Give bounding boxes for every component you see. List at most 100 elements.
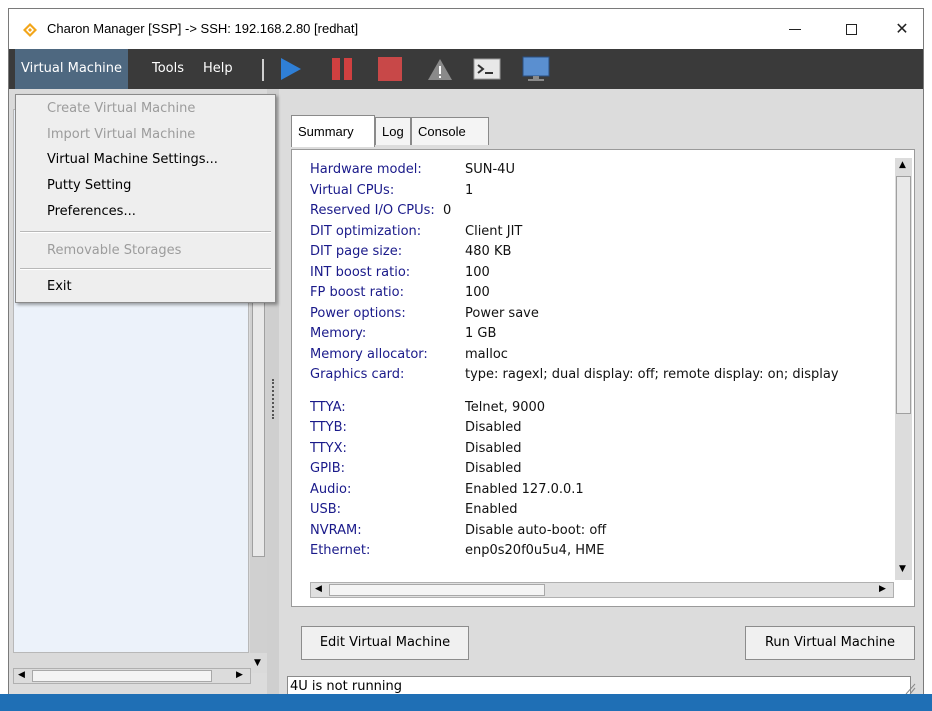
menu-item-import-virtual-machine: Import Virtual Machine xyxy=(47,127,196,142)
prop-ttyx: TTYX: Disabled xyxy=(310,439,895,460)
scroll-down-arrow-icon[interactable]: ▼ xyxy=(254,658,261,668)
menu-toolbar-bar: Virtual Machine Tools Help xyxy=(9,49,923,89)
close-icon: ✕ xyxy=(895,19,909,38)
prop-label: TTYX: xyxy=(310,440,347,456)
stop-icon[interactable] xyxy=(375,55,405,83)
prop-value: Disabled xyxy=(465,420,522,435)
prop-hardware-model: Hardware model: SUN-4U xyxy=(310,160,895,181)
prop-value: 1 xyxy=(465,182,474,198)
prop-label: GPIB: xyxy=(310,461,346,476)
prop-ttya: TTYA: Telnet, 9000 xyxy=(310,398,895,419)
prop-value: 0 xyxy=(443,203,452,218)
resize-grip-icon[interactable] xyxy=(904,681,916,695)
tree-horizontal-scrollbar[interactable]: ◀ ▶ xyxy=(13,668,251,684)
menu-separator xyxy=(20,268,271,270)
scroll-left-arrow-icon[interactable]: ◀ xyxy=(18,670,25,680)
edit-virtual-machine-button[interactable]: Edit Virtual Machine xyxy=(301,626,469,660)
prop-int-boost-ratio: INT boost ratio: 100 xyxy=(310,263,895,284)
scroll-right-arrow-icon[interactable]: ▶ xyxy=(236,670,243,680)
monitor-icon[interactable] xyxy=(521,55,551,83)
close-button[interactable]: ✕ xyxy=(882,15,922,43)
prop-value: enp0s20f0u5u4, HME xyxy=(465,543,605,558)
prop-graphics-card: Graphics card: type: ragexl; dual display… xyxy=(310,365,895,386)
details-pane: Summary Log Console Hardware model: SUN-4… xyxy=(279,89,923,702)
summary-horizontal-scrollbar[interactable]: ◀ ▶ xyxy=(310,582,894,598)
prop-value: Disabled xyxy=(465,440,522,456)
maximize-icon xyxy=(845,24,857,35)
prop-label: Virtual CPUs: xyxy=(310,182,395,198)
prop-memory-allocator: Memory allocator: malloc xyxy=(310,345,895,366)
menu-item-virtual-machine-settings[interactable]: Virtual Machine Settings... xyxy=(47,152,218,167)
prop-value: 100 xyxy=(465,285,490,300)
prop-dit-page-size: DIT page size: 480 KB xyxy=(310,242,895,263)
prop-value: type: ragexl; dual display: off; remote … xyxy=(465,367,839,382)
prop-value: Client JIT xyxy=(465,223,523,239)
prop-dit-optimization: DIT optimization: Client JIT xyxy=(310,222,895,243)
prop-spacer xyxy=(310,386,895,398)
prop-power-options: Power options: Power save xyxy=(310,304,895,325)
pause-icon[interactable] xyxy=(327,55,357,83)
menu-separator xyxy=(20,231,271,233)
prop-gpib: GPIB: Disabled xyxy=(310,459,895,480)
toolbar-separator xyxy=(262,59,264,81)
menu-item-removable-storages: Removable Storages xyxy=(47,243,182,258)
tab-console[interactable]: Console xyxy=(411,117,489,145)
tab-summary[interactable]: Summary xyxy=(291,115,375,147)
summary-horizontal-scroll-thumb[interactable] xyxy=(329,584,545,596)
prop-usb: USB: Enabled xyxy=(310,500,895,521)
prop-value: 1 GB xyxy=(465,326,497,341)
prop-label: Ethernet: xyxy=(310,543,371,558)
prop-value: Telnet, 9000 xyxy=(465,399,546,415)
prop-value: 480 KB xyxy=(465,244,512,259)
prop-virtual-cpus: Virtual CPUs: 1 xyxy=(310,181,895,202)
prop-value: Disable auto-boot: off xyxy=(465,522,607,538)
menu-tools[interactable]: Tools xyxy=(146,49,190,89)
summary-vertical-scroll-thumb[interactable] xyxy=(896,176,911,414)
tab-log[interactable]: Log xyxy=(375,117,411,145)
charon-logo-icon xyxy=(23,23,37,37)
prop-label: Audio: xyxy=(310,481,352,497)
virtual-machine-menu: Create Virtual Machine Import Virtual Ma… xyxy=(15,94,276,303)
menu-virtual-machine[interactable]: Virtual Machine xyxy=(15,49,129,89)
prop-fp-boost-ratio: FP boost ratio: 100 xyxy=(310,283,895,304)
scroll-right-arrow-icon[interactable]: ▶ xyxy=(879,584,886,594)
maximize-button[interactable] xyxy=(831,15,871,43)
prop-label: TTYB: xyxy=(310,420,347,435)
prop-value: malloc xyxy=(465,346,508,362)
summary-vertical-scrollbar[interactable]: ▲ ▼ xyxy=(895,158,912,580)
prop-value: Disabled xyxy=(465,461,522,476)
prop-label: Power options: xyxy=(310,305,406,321)
menu-item-putty-setting[interactable]: Putty Setting xyxy=(47,178,131,193)
prop-value: Enabled xyxy=(465,502,518,517)
taskbar-strip xyxy=(0,694,932,711)
prop-memory: Memory: 1 GB xyxy=(310,324,895,345)
scroll-up-arrow-icon[interactable]: ▲ xyxy=(899,160,906,170)
prop-label: INT boost ratio: xyxy=(310,264,411,280)
prop-label: FP boost ratio: xyxy=(310,285,404,300)
summary-properties: Hardware model: SUN-4U Virtual CPUs: 1 Res… xyxy=(310,160,895,580)
menu-item-exit[interactable]: Exit xyxy=(47,279,72,294)
warning-icon[interactable] xyxy=(425,55,455,83)
prop-ethernet: Ethernet: enp0s20f0u5u4, HME xyxy=(310,541,895,562)
scroll-down-arrow-icon[interactable]: ▼ xyxy=(899,564,906,574)
run-virtual-machine-button[interactable]: Run Virtual Machine xyxy=(745,626,915,660)
window-title: Charon Manager [SSP] -> SSH: 192.168.2.8… xyxy=(47,21,359,36)
play-icon[interactable] xyxy=(275,55,305,83)
prop-label: Hardware model: xyxy=(310,162,422,177)
prop-value: Power save xyxy=(465,305,539,321)
terminal-icon[interactable] xyxy=(472,55,502,83)
prop-value: SUN-4U xyxy=(465,162,515,177)
menu-help[interactable]: Help xyxy=(197,49,239,89)
minimize-button[interactable] xyxy=(775,15,815,43)
prop-label: NVRAM: xyxy=(310,522,362,538)
scroll-left-arrow-icon[interactable]: ◀ xyxy=(315,584,322,594)
menu-item-preferences[interactable]: Preferences... xyxy=(47,204,136,219)
prop-label: Reserved I/O CPUs: xyxy=(310,203,435,218)
menu-item-create-virtual-machine: Create Virtual Machine xyxy=(47,101,196,116)
prop-label: TTYA: xyxy=(310,399,346,415)
prop-ttyb: TTYB: Disabled xyxy=(310,418,895,439)
prop-value: 100 xyxy=(465,264,490,280)
tree-horizontal-scroll-thumb[interactable] xyxy=(32,670,212,682)
prop-label: Graphics card: xyxy=(310,367,405,382)
splitter-grip-icon[interactable] xyxy=(272,379,276,419)
